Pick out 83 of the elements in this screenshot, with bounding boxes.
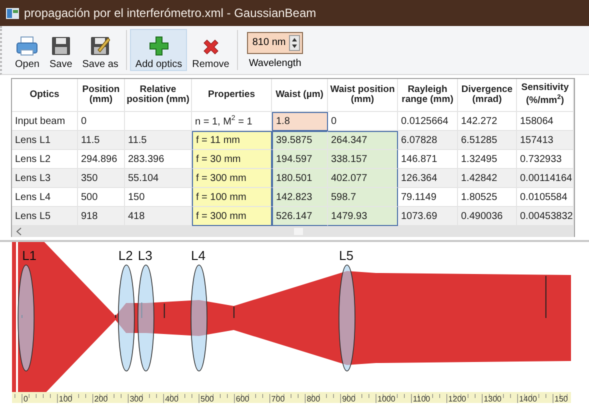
table-cell: 264.347: [328, 131, 398, 150]
spin-arrows-icon[interactable]: [290, 36, 299, 50]
ruler-label: 0: [24, 394, 28, 403]
table-cell: 157413: [517, 131, 574, 150]
table-cell: 142.823: [272, 188, 328, 207]
table-cell: 11.5: [125, 131, 192, 150]
toolbar-button[interactable]: Remove: [187, 29, 234, 71]
ruler-label: 1300: [484, 394, 502, 403]
table-cell: Lens L1: [12, 131, 78, 150]
app-icon: [6, 8, 19, 18]
table-cell: 0.490036: [458, 207, 517, 226]
ruler-label: 500: [200, 394, 214, 403]
table-cell: 11.5: [78, 131, 125, 150]
table-cell: 526.147: [272, 207, 328, 226]
window-title: propagación por el interferómetro.xml - GaussianBeam: [24, 6, 316, 20]
table-cell: Lens L5: [12, 207, 78, 226]
column-header[interactable]: Divergence (mrad): [458, 79, 517, 112]
column-header[interactable]: Position (mm): [78, 79, 125, 112]
column-header[interactable]: Sensitivity (%/mm$^{2}$): [517, 79, 574, 112]
column-header[interactable]: Optics: [12, 79, 78, 112]
ruler-label: 300: [130, 394, 144, 403]
lens-shape[interactable]: [338, 264, 356, 372]
horizontal-scrollbar[interactable]: [12, 226, 574, 237]
table-cell: Lens L3: [12, 169, 78, 188]
column-header[interactable]: Properties: [192, 79, 272, 112]
wavelength-label: Wavelength: [248, 58, 302, 68]
toolbar-button[interactable]: Add optics: [130, 29, 188, 71]
table-cell: 418: [125, 207, 192, 226]
table-cell: 918: [78, 207, 125, 226]
ruler-label: 1100: [412, 394, 430, 403]
column-header[interactable]: Rayleigh range (mm): [398, 79, 458, 112]
table-cell: 126.364: [398, 169, 458, 188]
floppy-pencil-icon: [90, 36, 110, 56]
lens-shape[interactable]: [190, 264, 208, 372]
toolbar-button[interactable]: Save as: [77, 29, 124, 71]
column-header[interactable]: Relative position (mm): [125, 79, 192, 112]
table-cell: 39.5875: [272, 131, 328, 150]
table-cell: 180.501: [272, 169, 328, 188]
table-cell: 1073.69: [398, 207, 458, 226]
ruler-label: 200: [94, 394, 108, 403]
table-cell: 194.597: [272, 150, 328, 169]
table-cell: f = 300 mm: [192, 207, 272, 226]
table-cell: f = 11 mm: [192, 131, 272, 150]
ruler-label: 1000: [378, 394, 396, 403]
lens-shape[interactable]: [118, 264, 135, 372]
wavelength-spinbox[interactable]: 810 nm: [247, 32, 303, 54]
lens-shape[interactable]: [18, 264, 34, 372]
table-cell: f = 30 mm: [192, 150, 272, 169]
table-cell: 1.8: [272, 112, 328, 131]
toolbar-button[interactable]: Open: [10, 29, 44, 71]
ruler-label: 800: [306, 394, 320, 403]
table-cell: f = 300 mm: [192, 169, 272, 188]
table-cell: 0.00114164: [517, 169, 574, 188]
table-cell: 0.00453832: [517, 207, 574, 226]
table-cell: 1479.93: [328, 207, 398, 226]
table-cell: 338.157: [328, 150, 398, 169]
toolbar-button[interactable]: Save: [44, 29, 78, 71]
ruler-label: 700: [271, 394, 285, 403]
lens-label: L1: [22, 248, 37, 263]
column-header[interactable]: Waist position (mm): [328, 79, 398, 112]
ruler-label: 400: [165, 394, 178, 403]
table-cell: 55.104: [125, 169, 192, 188]
printer-icon: [16, 36, 38, 56]
lens-label: L2: [118, 248, 133, 263]
table-cell: 402.077: [328, 169, 398, 188]
lens-label: L3: [138, 248, 152, 263]
ruler-label: 150: [554, 394, 568, 403]
table-cell: f = 100 mm: [192, 188, 272, 207]
lens-label: L4: [191, 248, 206, 263]
cross-icon: [202, 38, 220, 56]
ruler-label: 1400: [519, 394, 537, 403]
table-cell: 350: [78, 169, 125, 188]
ruler-label: 600: [236, 394, 250, 403]
table-cell: 6.07828: [398, 131, 458, 150]
lens-label: L5: [338, 248, 354, 263]
lens-shape[interactable]: [138, 264, 154, 372]
table-cell: 598.7: [328, 188, 398, 207]
ruler-label: 900: [342, 394, 356, 403]
ruler-label: 100: [58, 394, 72, 403]
plus-icon: [148, 36, 169, 56]
table-cell: 6.51285: [458, 131, 517, 150]
ruler-label: 1200: [448, 394, 466, 403]
table-cell: 1.42842: [458, 169, 517, 188]
